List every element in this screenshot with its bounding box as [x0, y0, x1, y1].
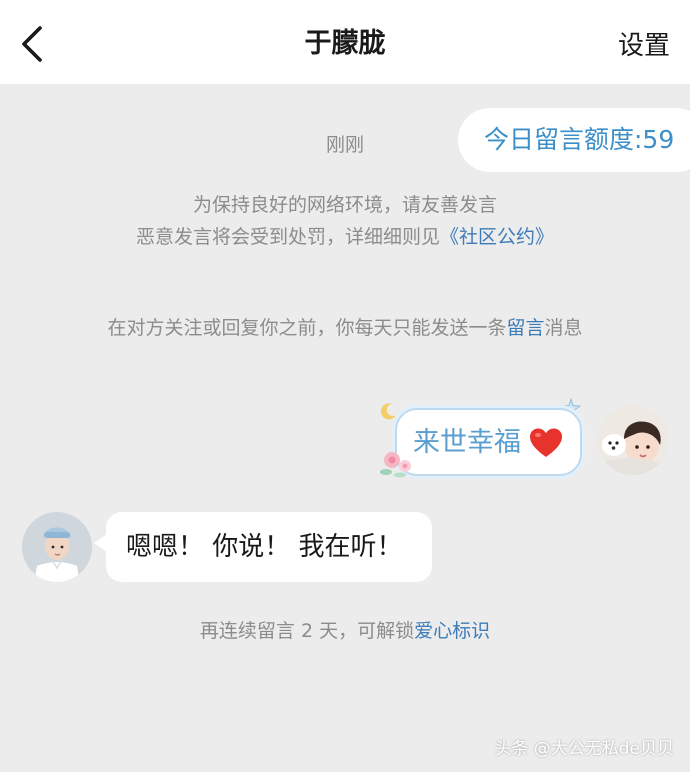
sent-message-text: 来世幸福	[413, 427, 521, 458]
etiquette-notice-line2: 恶意发言将会受到处罚，详细细则见《社区公约》	[0, 222, 690, 249]
watermark: 头条 @大公无私de贝贝	[494, 739, 674, 759]
notice-text: 恶意发言将会受到处罚，详细细则见	[135, 226, 440, 248]
reward-text: 再连续留言 2 天，可解锁	[199, 620, 415, 642]
self-avatar[interactable]	[598, 405, 668, 475]
love-badge-link[interactable]: 爱心标识	[414, 620, 490, 642]
sent-message-bubble[interactable]: 来世幸福	[395, 408, 582, 476]
settings-button[interactable]: 设置	[618, 0, 670, 84]
streak-reward-notice: 再连续留言 2 天，可解锁爱心标识	[0, 616, 690, 643]
message-timestamp: 刚刚	[325, 134, 364, 156]
received-message-text: 嗯嗯！ 你说！ 我在听！	[126, 532, 403, 562]
etiquette-notice-line1: 为保持良好的网络环境，请友善发言	[192, 194, 497, 216]
received-message-bubble[interactable]: 嗯嗯！ 你说！ 我在听！	[94, 512, 432, 582]
notice-text-suffix: 消息	[544, 317, 583, 339]
self-avatar-image	[598, 405, 668, 475]
back-button[interactable]	[14, 22, 54, 66]
contact-avatar-image	[22, 512, 92, 582]
page-title: 于朦胧	[304, 28, 386, 59]
message-link[interactable]: 留言	[506, 317, 544, 339]
chevron-left-icon	[22, 26, 42, 62]
notice-text: 在对方关注或回复你之前，你每天只能发送一条	[107, 317, 507, 339]
chat-header: 于朦胧 设置	[0, 0, 690, 84]
moon-icon	[380, 403, 396, 420]
message-limit-notice: 在对方关注或回复你之前，你每天只能发送一条留言消息	[0, 313, 690, 340]
contact-avatar[interactable]	[22, 512, 92, 582]
heart-icon	[530, 428, 562, 457]
community-rules-link[interactable]: 《社区公约》	[440, 226, 554, 248]
flower-icon	[380, 452, 411, 478]
